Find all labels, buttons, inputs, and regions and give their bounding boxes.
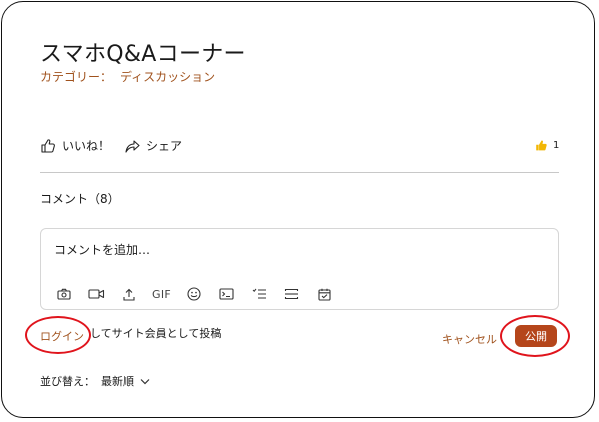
cancel-button[interactable]: キャンセル <box>442 331 497 347</box>
gif-icon[interactable]: GIF <box>151 285 173 303</box>
gif-label: GIF <box>152 287 171 301</box>
share-label: シェア <box>146 139 183 153</box>
comment-editor[interactable]: コメントを追加… GIF <box>40 228 559 310</box>
category-label: カテゴリー： <box>40 70 113 84</box>
like-count-value: 1 <box>553 140 560 151</box>
sort-label: 並び替え： <box>40 375 95 388</box>
editor-toolbar: GIF <box>53 285 346 303</box>
share-arrow-icon <box>125 139 140 153</box>
divider-icon[interactable] <box>281 285 303 303</box>
comment-input-placeholder[interactable]: コメントを追加… <box>54 241 150 258</box>
checklist-icon[interactable] <box>248 285 270 303</box>
like-button[interactable]: いいね！ <box>40 137 110 154</box>
post-title: スマホQ&Aコーナー <box>40 42 246 67</box>
login-highlight-ring <box>25 316 91 354</box>
like-label: いいね！ <box>62 139 111 153</box>
publish-highlight-ring <box>500 315 570 357</box>
post-actions: いいね！ シェア <box>40 137 196 154</box>
share-button[interactable]: シェア <box>124 137 182 154</box>
comments-heading: コメント（8） <box>40 192 120 206</box>
section-divider <box>40 172 559 173</box>
chevron-down-icon <box>140 378 150 384</box>
sort-dropdown[interactable]: 並び替え： 最新順 <box>40 373 150 389</box>
thumbs-up-filled-icon <box>536 140 547 151</box>
upload-icon[interactable] <box>118 285 140 303</box>
thumbs-up-outline-icon <box>41 138 55 153</box>
code-icon[interactable] <box>216 285 238 303</box>
post-category: カテゴリー： ディスカッション <box>40 68 215 85</box>
post-as-member-text: してサイト会員として投稿 <box>90 327 222 340</box>
calendar-icon[interactable] <box>313 285 335 303</box>
emoji-icon[interactable] <box>183 285 205 303</box>
category-link[interactable]: ディスカッション <box>120 70 215 84</box>
camera-icon[interactable] <box>53 285 75 303</box>
sort-value: 最新順 <box>101 375 134 388</box>
like-count: 1 <box>535 139 559 152</box>
video-icon[interactable] <box>86 285 108 303</box>
